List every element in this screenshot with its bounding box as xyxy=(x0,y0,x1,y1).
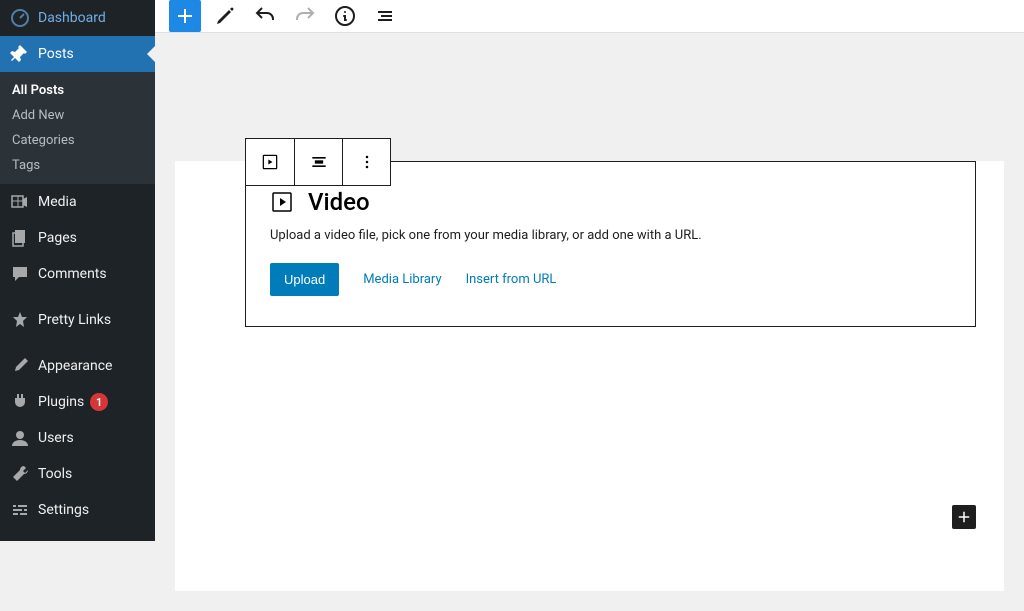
placeholder-title: Video xyxy=(308,188,370,216)
sidebar-item-settings[interactable]: Settings xyxy=(0,492,155,528)
brush-icon xyxy=(10,356,30,376)
media-icon xyxy=(10,192,30,212)
sidebar-item-tools[interactable]: Tools xyxy=(0,456,155,492)
star-icon xyxy=(10,310,30,330)
sidebar-subitem-all-posts[interactable]: All Posts xyxy=(0,78,155,103)
undo-button[interactable] xyxy=(249,0,281,32)
video-icon xyxy=(270,190,294,214)
sidebar-label: Pretty Links xyxy=(38,312,111,328)
placeholder-header: Video xyxy=(270,188,951,216)
sidebar-label: Appearance xyxy=(38,358,112,374)
sidebar-label: Dashboard xyxy=(38,10,106,26)
upload-button[interactable]: Upload xyxy=(270,263,339,296)
media-library-button[interactable]: Media Library xyxy=(363,272,441,287)
sidebar-label: Media xyxy=(38,194,77,210)
editor-canvas: Video Upload a video file, pick one from… xyxy=(155,33,1024,611)
sliders-icon xyxy=(10,500,30,520)
sidebar-label: Plugins xyxy=(38,394,84,410)
editor-main: Video Upload a video file, pick one from… xyxy=(155,0,1024,541)
user-icon xyxy=(10,428,30,448)
sidebar-subitem-tags[interactable]: Tags xyxy=(0,153,155,178)
sidebar-label: Posts xyxy=(38,46,74,62)
block-more-button[interactable] xyxy=(342,139,390,185)
pages-icon xyxy=(10,228,30,248)
redo-button[interactable] xyxy=(289,0,321,32)
comment-icon xyxy=(10,264,30,284)
sidebar-item-pages[interactable]: Pages xyxy=(0,220,155,256)
admin-sidebar: Dashboard Posts All Posts Add New Catego… xyxy=(0,0,155,541)
placeholder-actions: Upload Media Library Insert from URL xyxy=(270,263,951,296)
sidebar-item-appearance[interactable]: Appearance xyxy=(0,348,155,384)
sidebar-label: Comments xyxy=(38,266,107,282)
document-outline-button[interactable] xyxy=(369,0,401,32)
dashboard-icon xyxy=(10,8,30,28)
sidebar-submenu-posts: All Posts Add New Categories Tags xyxy=(0,72,155,184)
sidebar-item-media[interactable]: Media xyxy=(0,184,155,220)
sidebar-label: Tools xyxy=(38,466,72,482)
insert-from-url-button[interactable]: Insert from URL xyxy=(466,272,557,287)
sidebar-subitem-categories[interactable]: Categories xyxy=(0,128,155,153)
block-type-button[interactable] xyxy=(246,139,294,185)
block-inserter-button[interactable] xyxy=(169,0,201,32)
append-block-button[interactable] xyxy=(952,505,976,529)
canvas-inner: Video Upload a video file, pick one from… xyxy=(175,161,1004,591)
block-align-button[interactable] xyxy=(294,139,342,185)
sidebar-label: Users xyxy=(38,430,74,446)
sidebar-label: Pages xyxy=(38,230,77,246)
sidebar-item-plugins[interactable]: Plugins 1 xyxy=(0,384,155,420)
sidebar-item-comments[interactable]: Comments xyxy=(0,256,155,292)
sidebar-item-users[interactable]: Users xyxy=(0,420,155,456)
wrench-icon xyxy=(10,464,30,484)
sidebar-item-posts[interactable]: Posts xyxy=(0,36,155,72)
document-info-button[interactable] xyxy=(329,0,361,32)
block-toolbar xyxy=(245,138,391,186)
plug-icon xyxy=(10,392,30,412)
pin-icon xyxy=(10,44,30,64)
sidebar-subitem-add-new[interactable]: Add New xyxy=(0,103,155,128)
tools-edit-button[interactable] xyxy=(209,0,241,32)
sidebar-item-pretty-links[interactable]: Pretty Links xyxy=(0,302,155,338)
editor-topbar xyxy=(155,0,1024,33)
plugins-update-badge: 1 xyxy=(90,393,108,411)
placeholder-description: Upload a video file, pick one from your … xyxy=(270,228,951,243)
sidebar-label: Settings xyxy=(38,502,89,518)
sidebar-item-dashboard[interactable]: Dashboard xyxy=(0,0,155,36)
